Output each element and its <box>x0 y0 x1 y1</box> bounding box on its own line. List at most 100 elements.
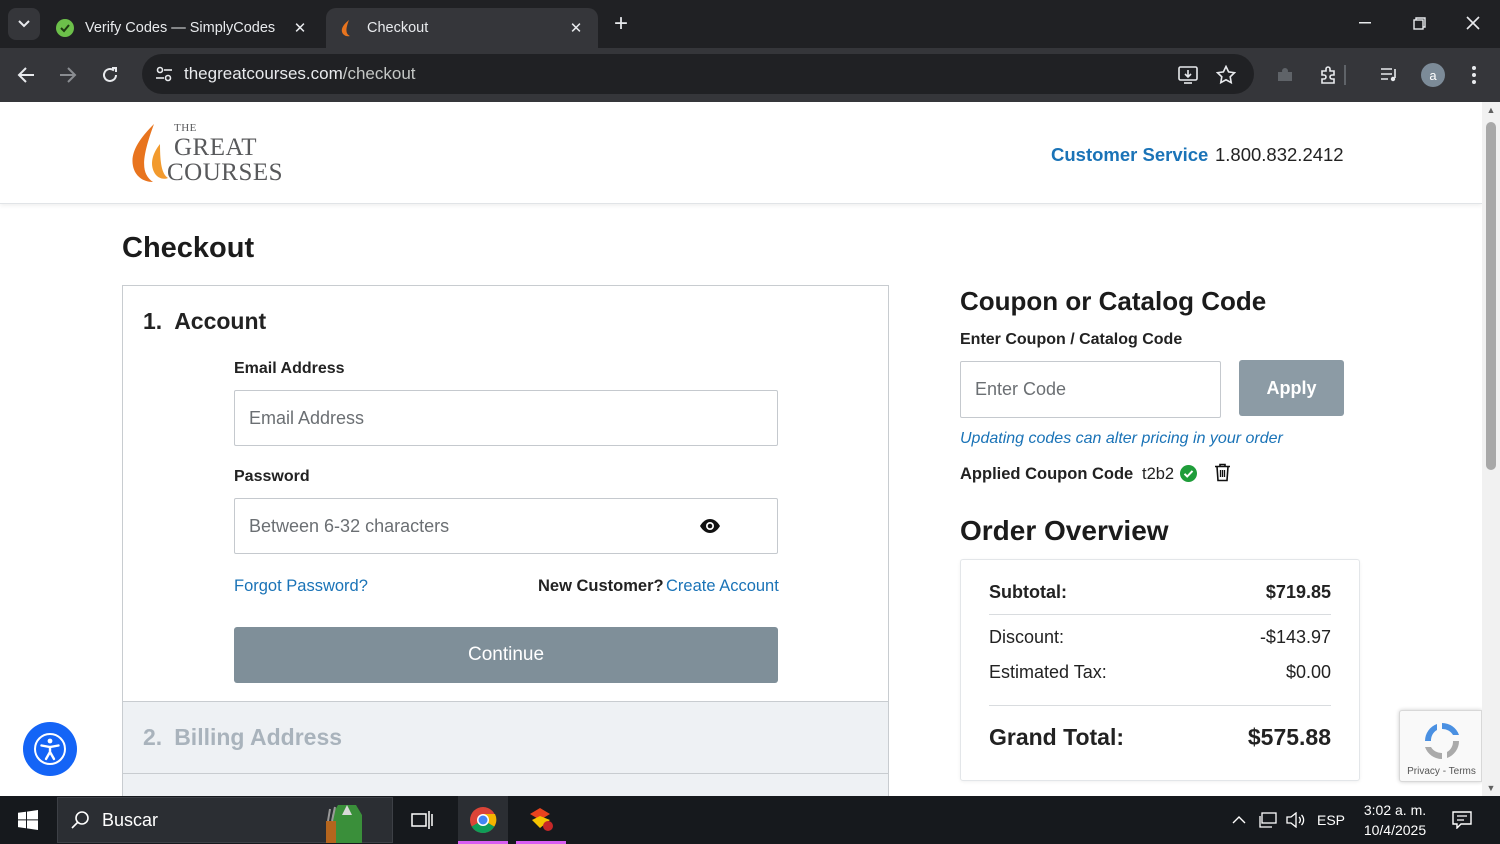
password-label: Password <box>234 468 310 485</box>
tab-checkout[interactable]: Checkout ✕ <box>326 8 598 48</box>
great-courses-logo[interactable]: THE GREAT COURSES <box>130 120 284 186</box>
browser-toolbar: thegreatcourses.com/checkout <box>0 48 1500 102</box>
chevron-down-icon <box>18 20 30 28</box>
network-button[interactable] <box>1255 796 1281 844</box>
tax-label: Estimated Tax: <box>989 662 1107 682</box>
scroll-down-arrow-icon[interactable]: ▼ <box>1486 783 1496 793</box>
trash-icon[interactable] <box>1214 463 1231 482</box>
arrow-right-icon <box>60 67 77 83</box>
coupon-label: Enter Coupon / Catalog Code <box>960 331 1183 348</box>
billing-address-section[interactable]: 2. Billing Address <box>122 701 889 774</box>
site-settings-icon[interactable] <box>146 66 182 82</box>
recaptcha-icon <box>1425 723 1459 759</box>
search-icon <box>58 810 102 830</box>
task-view-button[interactable] <box>397 796 447 844</box>
customer-service-phone[interactable]: 1.800.832.2412 <box>1215 144 1344 166</box>
restore-button[interactable] <box>1392 0 1446 46</box>
minimize-button[interactable] <box>1338 0 1392 46</box>
section-name: Billing Address <box>174 724 343 750</box>
language-indicator[interactable]: ESP <box>1313 796 1349 844</box>
windows-logo-icon <box>18 810 38 830</box>
volume-button[interactable] <box>1284 796 1308 844</box>
new-customer-label: New Customer? <box>538 577 664 595</box>
media-controls-icon[interactable] <box>1375 60 1405 90</box>
section-number: 1. <box>143 308 163 334</box>
order-overview-box: Subtotal: $719.85 Discount: -$143.97 Est… <box>960 559 1360 781</box>
scroll-thumb[interactable] <box>1486 122 1496 470</box>
password-placeholder: Between 6-32 characters <box>249 515 450 536</box>
extension-puzzle-gray-icon[interactable] <box>1270 60 1300 90</box>
taskbar-chrome[interactable] <box>458 796 508 844</box>
account-section-title: 1. Account <box>143 308 266 335</box>
applied-coupon-code: t2b2 <box>1142 465 1175 483</box>
show-password-eye-icon[interactable] <box>699 517 721 535</box>
email-label: Email Address <box>234 360 345 377</box>
profile-avatar[interactable]: a <box>1421 63 1445 87</box>
tax-row: Estimated Tax: $0.00 <box>989 662 1331 683</box>
bookmark-star-icon[interactable] <box>1214 63 1238 87</box>
coupon-note: Updating codes can alter pricing in your… <box>960 430 1283 447</box>
coupon-section-title: Coupon or Catalog Code <box>960 286 1267 316</box>
grand-total-label: Grand Total: <box>989 724 1125 750</box>
site-header: THE GREAT COURSES Customer Service 1.800… <box>0 102 1482 204</box>
new-tab-button[interactable]: + <box>608 12 634 38</box>
create-account-link[interactable]: Create Account <box>666 577 779 596</box>
recaptcha-links[interactable]: Privacy - Terms <box>1400 766 1482 777</box>
tab-title: Verify Codes — SimplyCodes <box>85 20 276 36</box>
recaptcha-badge[interactable]: Privacy - Terms <box>1399 710 1482 782</box>
tab-simplycodes[interactable]: Verify Codes — SimplyCodes ✕ <box>44 8 322 48</box>
minimize-icon <box>1359 22 1371 24</box>
accessibility-person-icon <box>34 733 66 765</box>
coupon-placeholder: Enter Code <box>975 379 1067 399</box>
close-window-button[interactable] <box>1446 0 1500 46</box>
toolbar-divider <box>1344 65 1346 85</box>
taskbar-search[interactable]: Buscar <box>57 797 393 843</box>
simplycodes-favicon-icon <box>56 19 74 37</box>
subtotal-value: $719.85 <box>1265 582 1331 602</box>
section-number: 2. <box>143 724 163 750</box>
forgot-password-link[interactable]: Forgot Password? <box>234 577 368 596</box>
reload-icon <box>103 67 117 82</box>
scroll-up-arrow-icon[interactable]: ▲ <box>1486 105 1496 115</box>
start-button[interactable] <box>0 796 56 844</box>
taskbar-clock[interactable]: 3:02 a. m. 10/4/2025 <box>1352 800 1438 840</box>
reload-button[interactable] <box>93 58 127 92</box>
page-scrollbar[interactable]: ▲ ▼ <box>1482 102 1500 796</box>
address-bar[interactable]: thegreatcourses.com/checkout <box>142 54 1254 94</box>
browser-menu-icon[interactable] <box>1459 60 1489 90</box>
divider <box>989 705 1331 706</box>
back-button[interactable] <box>9 58 43 92</box>
show-hidden-icons-button[interactable] <box>1228 796 1250 844</box>
password-field[interactable]: Between 6-32 characters <box>234 498 778 554</box>
apply-coupon-button[interactable]: Apply <box>1239 360 1344 416</box>
next-section-collapsed <box>122 773 889 796</box>
page-title: Checkout <box>122 232 255 264</box>
customer-service-link[interactable]: Customer Service <box>1051 144 1208 166</box>
billing-section-title: 2. Billing Address <box>143 724 342 751</box>
logo-courses: COURSES <box>167 159 284 186</box>
install-app-icon[interactable] <box>1176 63 1200 87</box>
grand-total-value: $575.88 <box>1247 724 1331 750</box>
forward-button[interactable] <box>51 58 85 92</box>
accessibility-button[interactable] <box>23 722 77 776</box>
url-path: /checkout <box>342 64 416 83</box>
close-tab-icon[interactable]: ✕ <box>290 18 310 38</box>
logo-great: GREAT <box>174 134 258 161</box>
continue-button[interactable]: Continue <box>234 627 778 683</box>
tax-value: $0.00 <box>1285 662 1331 682</box>
discount-row: Discount: -$143.97 <box>989 627 1331 648</box>
browser-tab-bar: Verify Codes — SimplyCodes ✕ Checkout ✕ … <box>0 0 1500 48</box>
divider <box>989 614 1331 615</box>
close-tab-icon[interactable]: ✕ <box>566 18 586 38</box>
tab-search-button[interactable] <box>8 8 40 40</box>
coupon-code-input[interactable]: Enter Code <box>960 361 1221 418</box>
subtotal-row: Subtotal: $719.85 <box>989 582 1331 603</box>
logo-the: THE <box>174 122 197 134</box>
extensions-icon[interactable] <box>1313 60 1343 90</box>
taskbar-app-2[interactable] <box>516 796 566 844</box>
clock-date: 10/4/2025 <box>1363 822 1427 838</box>
email-field[interactable]: Email Address <box>234 390 778 446</box>
notifications-button[interactable] <box>1446 796 1478 844</box>
discount-value: -$143.97 <box>1259 627 1331 647</box>
volume-icon <box>1286 812 1305 828</box>
